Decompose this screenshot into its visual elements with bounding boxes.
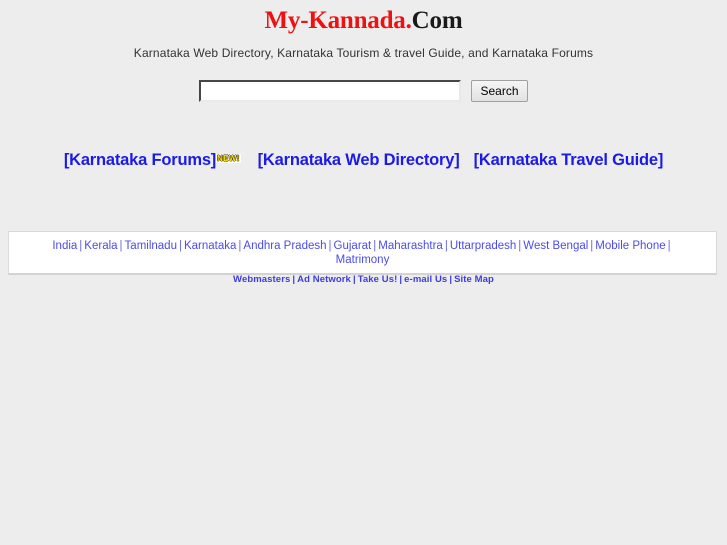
state-link-matrimony[interactable]: Matrimony xyxy=(336,254,390,266)
states-line-2: Matrimony xyxy=(13,253,712,267)
footer-link-webmasters[interactable]: Webmasters xyxy=(233,274,290,285)
nav-link-karnataka-web-directory[interactable]: [Karnataka Web Directory] xyxy=(258,151,460,169)
search-button[interactable]: Search xyxy=(471,80,528,102)
state-separator: | xyxy=(667,240,671,252)
state-link-uttarpradesh[interactable]: Uttarpradesh xyxy=(450,240,516,252)
states-links-panel: India | Kerala | Tamilnadu | Karnataka | Andhra … xyxy=(8,231,717,275)
state-link-karnataka[interactable]: Karnataka xyxy=(184,240,236,252)
states-line-1: India | Kerala | Tamilnadu | Karnataka | Andhra … xyxy=(13,239,712,253)
state-link-kerala[interactable]: Kerala xyxy=(84,240,117,252)
logo-brand-text: My-Kannada. xyxy=(264,7,412,34)
state-link-mobile-phone[interactable]: Mobile Phone xyxy=(595,240,665,252)
state-link-andhra-pradesh[interactable]: Andhra Pradesh xyxy=(243,240,326,252)
state-link-maharashtra[interactable]: Maharashtra xyxy=(378,240,443,252)
state-separator: | xyxy=(178,240,182,252)
site-tagline: Karnataka Web Directory, Karnataka Touri… xyxy=(133,46,594,60)
nav-link-karnataka-travel-guide[interactable]: [Karnataka Travel Guide] xyxy=(474,151,664,169)
state-separator: | xyxy=(119,240,123,252)
footer-link-take-us[interactable]: Take Us! xyxy=(358,274,398,285)
footer-link-ad-network[interactable]: Ad Network xyxy=(297,274,351,285)
footer-navigation: Webmasters | Ad Network | Take Us! | e-mail Us… xyxy=(0,274,727,285)
footer-link-email-us[interactable]: e-mail Us xyxy=(404,274,447,285)
state-link-india[interactable]: India xyxy=(52,240,77,252)
state-link-gujarat[interactable]: Gujarat xyxy=(334,240,372,252)
search-input[interactable] xyxy=(199,80,462,102)
logo-tld-text: Com xyxy=(411,7,463,34)
state-separator: | xyxy=(444,240,448,252)
state-separator: | xyxy=(328,240,332,252)
footer-separator: | xyxy=(352,274,356,285)
new-badge-icon: NEW! xyxy=(216,154,241,163)
main-navigation: [Karnataka Forums]NEW! [Karnataka Web Dir… xyxy=(0,151,727,170)
footer-link-site-map[interactable]: Site Map xyxy=(454,274,494,285)
site-logo: My-Kannada.Com xyxy=(265,8,463,33)
state-link-tamilnadu[interactable]: Tamilnadu xyxy=(125,240,177,252)
state-link-west-bengal[interactable]: West Bengal xyxy=(523,240,588,252)
nav-link-karnataka-forums[interactable]: [Karnataka Forums] xyxy=(64,151,216,169)
search-form: Search xyxy=(0,80,727,102)
site-header: My-Kannada.Com xyxy=(0,0,727,33)
